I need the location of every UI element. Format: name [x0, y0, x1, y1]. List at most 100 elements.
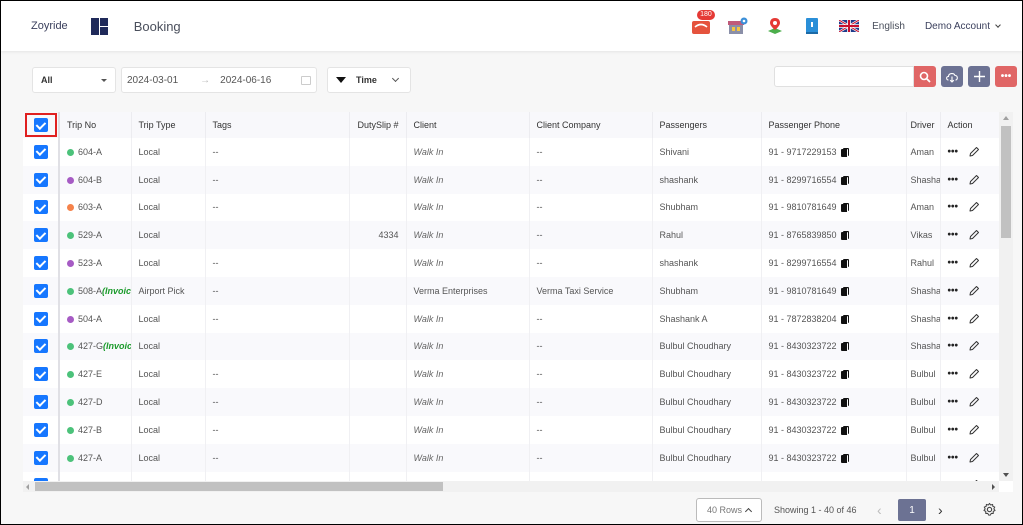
- more-actions-icon[interactable]: •••: [948, 174, 959, 185]
- scroll-up-icon[interactable]: [1003, 116, 1009, 120]
- more-actions-icon[interactable]: •••: [948, 369, 959, 380]
- trip-no-cell[interactable]: 427-E: [59, 360, 132, 389]
- trip-no[interactable]: 504-A: [78, 314, 102, 324]
- edit-pencil-icon[interactable]: [968, 424, 980, 436]
- more-actions-icon[interactable]: •••: [948, 202, 959, 213]
- trip-no[interactable]: 523-A: [78, 258, 102, 268]
- copy-icon[interactable]: [840, 342, 849, 352]
- apps-grid-icon[interactable]: [90, 17, 108, 35]
- notifications-button[interactable]: 180: [691, 10, 715, 36]
- edit-pencil-icon[interactable]: [968, 174, 980, 186]
- table-row[interactable]: 427-A Local -- Walk In -- Bulbul Choudhary 91 …: [23, 443, 1013, 472]
- trip-no-cell[interactable]: 427-B: [59, 415, 132, 444]
- trip-no-cell[interactable]: 529-A: [59, 221, 132, 250]
- trip-no-cell[interactable]: 604-B: [59, 165, 132, 194]
- col-tags[interactable]: Tags: [205, 112, 350, 138]
- col-duty-slip[interactable]: DutySlip #: [349, 112, 407, 138]
- table-row[interactable]: 427-E Local -- Walk In -- Bulbul Choudhary 91 …: [23, 360, 1013, 389]
- more-options-button[interactable]: •••: [995, 66, 1017, 87]
- trip-no[interactable]: 427-B: [78, 425, 102, 435]
- table-row[interactable]: 529-A Local 4334 Walk In -- Rahul 91 - 8765839…: [23, 221, 1013, 250]
- edit-pencil-icon[interactable]: [968, 396, 980, 408]
- trip-no[interactable]: 529-A: [78, 230, 102, 240]
- trip-no[interactable]: 427-D: [78, 397, 103, 407]
- copy-icon[interactable]: [840, 425, 849, 435]
- copy-icon[interactable]: [840, 259, 849, 269]
- brand-name[interactable]: Zoyride: [31, 20, 68, 32]
- row-checkbox[interactable]: [33, 200, 48, 215]
- table-row[interactable]: 504-A Local -- Walk In -- Shashank A 91 - 7872…: [23, 304, 1013, 333]
- trip-no-cell[interactable]: 508-A(Invoiced): [59, 276, 132, 305]
- scroll-right-icon[interactable]: [992, 484, 995, 490]
- settings-gear-icon[interactable]: [982, 502, 997, 517]
- col-passengers[interactable]: Passengers: [652, 112, 762, 138]
- copy-icon[interactable]: [840, 231, 849, 241]
- scroll-down-icon[interactable]: [1003, 473, 1009, 477]
- edit-pencil-icon[interactable]: [968, 368, 980, 380]
- trip-no-cell[interactable]: 427-D: [59, 388, 132, 416]
- trip-no[interactable]: 427-E: [78, 369, 102, 379]
- row-checkbox[interactable]: [33, 172, 48, 187]
- col-driver[interactable]: Driver: [906, 112, 941, 138]
- row-checkbox[interactable]: [33, 450, 48, 465]
- edit-pencil-icon[interactable]: [968, 229, 980, 241]
- trip-no-cell[interactable]: 427-G(Invoiced): [59, 332, 132, 361]
- trip-no[interactable]: 508-A: [78, 286, 102, 296]
- row-checkbox[interactable]: [33, 367, 48, 382]
- edit-pencil-icon[interactable]: [968, 452, 980, 464]
- more-actions-icon[interactable]: •••: [948, 313, 959, 324]
- col-client-company[interactable]: Client Company: [529, 112, 653, 138]
- add-booking-button[interactable]: [968, 66, 990, 87]
- copy-icon[interactable]: [840, 203, 849, 213]
- copy-icon[interactable]: [840, 286, 849, 296]
- copy-icon[interactable]: [840, 175, 849, 185]
- more-actions-icon[interactable]: •••: [948, 452, 959, 463]
- copy-icon[interactable]: [840, 370, 849, 380]
- previous-page-button[interactable]: ‹: [877, 502, 882, 518]
- table-row[interactable]: 508-A(Invoiced)Airport Pick-- Verma Enter…: [23, 276, 1013, 305]
- horizontal-scroll-thumb[interactable]: [35, 482, 443, 491]
- trip-no-cell[interactable]: 523-A: [59, 249, 132, 277]
- edit-pencil-icon[interactable]: [968, 340, 980, 352]
- time-filter-button[interactable]: Time: [327, 67, 411, 93]
- col-trip-no[interactable]: Trip No: [59, 112, 132, 138]
- more-actions-icon[interactable]: •••: [948, 257, 959, 268]
- copy-icon[interactable]: [840, 398, 849, 408]
- table-row[interactable]: 604-A Local -- Walk In -- Shivani 91 - 9717229…: [23, 138, 1013, 166]
- vertical-scrollbar[interactable]: [999, 112, 1013, 481]
- date-to[interactable]: 2024-06-16: [220, 75, 271, 86]
- row-checkbox[interactable]: [33, 395, 48, 410]
- trip-no[interactable]: 427-G: [78, 341, 103, 351]
- search-button[interactable]: [914, 66, 936, 87]
- select-all-checkbox[interactable]: [33, 118, 48, 132]
- trip-no-cell[interactable]: 604-A: [59, 138, 132, 166]
- edit-pencil-icon[interactable]: [968, 201, 980, 213]
- more-actions-icon[interactable]: •••: [948, 230, 959, 241]
- trip-no[interactable]: 427-A: [78, 453, 102, 463]
- rows-per-page-select[interactable]: 40 Rows: [696, 498, 762, 522]
- edit-pencil-icon[interactable]: [968, 257, 980, 269]
- row-checkbox[interactable]: [33, 311, 48, 326]
- store-location-button[interactable]: [728, 16, 748, 36]
- edit-pencil-icon[interactable]: [968, 285, 980, 297]
- copy-icon[interactable]: [840, 453, 849, 463]
- trip-no-cell[interactable]: 603-A: [59, 193, 132, 222]
- trip-no[interactable]: 603-A: [78, 202, 102, 212]
- guide-button[interactable]: [802, 16, 822, 36]
- trip-no[interactable]: 604-B: [78, 175, 102, 185]
- current-page-button[interactable]: 1: [898, 499, 926, 521]
- language-flag[interactable]: [839, 16, 860, 36]
- trip-filter-select[interactable]: All: [32, 67, 116, 93]
- row-checkbox[interactable]: [33, 283, 48, 298]
- edit-pencil-icon[interactable]: [968, 313, 980, 325]
- trip-no-cell[interactable]: 427-A: [59, 443, 132, 472]
- map-button[interactable]: [765, 16, 785, 36]
- row-checkbox[interactable]: [33, 256, 48, 271]
- more-actions-icon[interactable]: •••: [948, 424, 959, 435]
- download-button[interactable]: [941, 66, 963, 87]
- table-row[interactable]: 523-A Local -- Walk In -- shashank 91 - 829971…: [23, 249, 1013, 277]
- date-range-picker[interactable]: 2024-03-01 → 2024-06-16: [121, 67, 317, 93]
- date-from[interactable]: 2024-03-01: [127, 75, 178, 86]
- horizontal-scrollbar[interactable]: [23, 481, 999, 492]
- table-row[interactable]: 427-D Local -- Walk In -- Bulbul Choudhary 91 …: [23, 388, 1013, 416]
